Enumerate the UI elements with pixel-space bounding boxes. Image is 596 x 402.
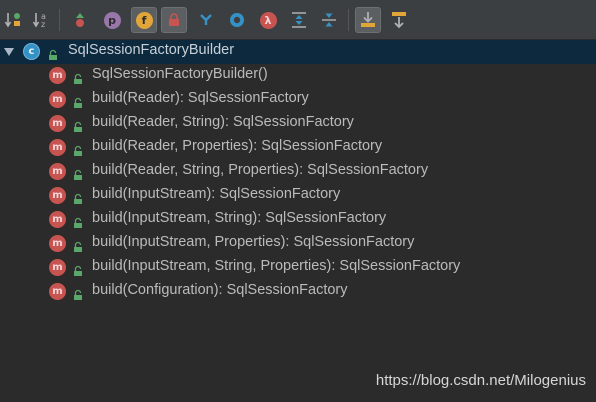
public-visibility-icon bbox=[72, 166, 84, 180]
watermark: https://blog.csdn.net/Milogenius bbox=[375, 372, 586, 389]
public-visibility-icon bbox=[72, 118, 84, 132]
tree-row-method[interactable]: m build(Reader, String, Properties): Sql… bbox=[0, 160, 596, 184]
interface-icon bbox=[230, 13, 244, 27]
public-visibility-icon bbox=[72, 70, 84, 84]
method-icon: m bbox=[49, 67, 66, 84]
tree-row-class[interactable]: c SqlSessionFactoryBuilder bbox=[0, 40, 596, 64]
structure-toolbar: a z p f λ bbox=[0, 0, 596, 40]
toolbar-separator bbox=[348, 9, 349, 31]
property-icon: p bbox=[103, 11, 121, 29]
method-signature: build(Reader): SqlSessionFactory bbox=[92, 90, 309, 106]
public-visibility-icon bbox=[72, 238, 84, 252]
show-anonymous-button[interactable] bbox=[193, 7, 219, 33]
inherited-icon bbox=[76, 13, 84, 27]
collapse-all-button[interactable] bbox=[316, 7, 342, 33]
tree-row-method[interactable]: m build(InputStream): SqlSessionFactory bbox=[0, 184, 596, 208]
show-properties-button[interactable]: p bbox=[99, 7, 125, 33]
sort-alphabetically-button[interactable]: a z bbox=[29, 7, 55, 33]
sort-visibility-icon bbox=[4, 13, 20, 28]
autoscroll-from-source-icon bbox=[392, 12, 406, 29]
tree-row-method[interactable]: m build(InputStream, Properties): SqlSes… bbox=[0, 232, 596, 256]
public-visibility-icon bbox=[72, 142, 84, 156]
svg-text:z: z bbox=[41, 20, 45, 29]
class-name: SqlSessionFactoryBuilder bbox=[68, 42, 235, 58]
method-signature: build(InputStream, String, Properties): … bbox=[92, 258, 461, 274]
show-fields-button[interactable]: f bbox=[131, 7, 157, 33]
tree-row-method[interactable]: m SqlSessionFactoryBuilder() bbox=[0, 64, 596, 88]
method-icon: m bbox=[49, 115, 66, 132]
method-icon: m bbox=[49, 259, 66, 276]
expand-all-icon bbox=[292, 12, 306, 28]
method-icon: m bbox=[49, 283, 66, 300]
structure-panel: a z p f λ c SqlSessionFactoryBuilder m S… bbox=[0, 0, 596, 402]
show-inherited-button[interactable] bbox=[67, 7, 93, 33]
expand-all-button[interactable] bbox=[286, 7, 312, 33]
method-signature: build(Reader, String): SqlSessionFactory bbox=[92, 114, 354, 130]
tree-row-method[interactable]: m build(Configuration): SqlSessionFactor… bbox=[0, 280, 596, 304]
public-visibility-icon bbox=[72, 262, 84, 276]
lock-icon bbox=[169, 13, 179, 26]
method-icon: m bbox=[49, 163, 66, 180]
autoscroll-to-source-button[interactable] bbox=[355, 7, 381, 33]
show-lambdas-button[interactable]: λ bbox=[255, 7, 281, 33]
collapse-all-icon bbox=[322, 13, 336, 27]
structure-tree: c SqlSessionFactoryBuilder m SqlSessionF… bbox=[0, 40, 596, 402]
tree-row-method[interactable]: m build(Reader, String): SqlSessionFacto… bbox=[0, 112, 596, 136]
method-signature: build(Reader, String, Properties): SqlSe… bbox=[92, 162, 429, 178]
method-signature: build(InputStream, Properties): SqlSessi… bbox=[92, 234, 415, 250]
tree-row-method[interactable]: m build(InputStream, String, Properties)… bbox=[0, 256, 596, 280]
method-signature: build(InputStream, String): SqlSessionFa… bbox=[92, 210, 387, 226]
tree-row-method[interactable]: m build(Reader, Properties): SqlSessionF… bbox=[0, 136, 596, 160]
show-non-public-button[interactable] bbox=[161, 7, 187, 33]
tree-row-method[interactable]: m build(Reader): SqlSessionFactory bbox=[0, 88, 596, 112]
autoscroll-from-source-button[interactable] bbox=[386, 7, 412, 33]
method-icon: m bbox=[49, 235, 66, 252]
method-icon: m bbox=[49, 211, 66, 228]
method-icon: m bbox=[49, 91, 66, 108]
method-signature: build(Configuration): SqlSessionFactory bbox=[92, 282, 348, 298]
method-signature: build(Reader, Properties): SqlSessionFac… bbox=[92, 138, 383, 154]
lambda-icon: λ bbox=[259, 11, 277, 29]
public-visibility-icon bbox=[72, 286, 84, 300]
class-icon: c bbox=[23, 43, 40, 60]
method-icon: m bbox=[49, 139, 66, 156]
method-signature: SqlSessionFactoryBuilder() bbox=[92, 66, 268, 82]
method-signature: build(InputStream): SqlSessionFactory bbox=[92, 186, 341, 202]
public-visibility-icon bbox=[72, 190, 84, 204]
method-icon: m bbox=[49, 187, 66, 204]
autoscroll-to-source-icon bbox=[361, 12, 375, 27]
toolbar-separator bbox=[59, 9, 60, 31]
public-visibility-icon bbox=[72, 214, 84, 228]
anonymous-icon bbox=[200, 14, 212, 25]
sort-by-visibility-button[interactable] bbox=[1, 7, 27, 33]
public-visibility-icon bbox=[72, 94, 84, 108]
tree-row-method[interactable]: m build(InputStream, String): SqlSession… bbox=[0, 208, 596, 232]
public-visibility-icon bbox=[47, 46, 59, 60]
show-interfaces-button[interactable] bbox=[224, 7, 250, 33]
sort-alpha-icon: a z bbox=[32, 12, 46, 29]
expand-arrow-icon[interactable] bbox=[4, 48, 14, 56]
field-icon: f bbox=[135, 11, 153, 29]
